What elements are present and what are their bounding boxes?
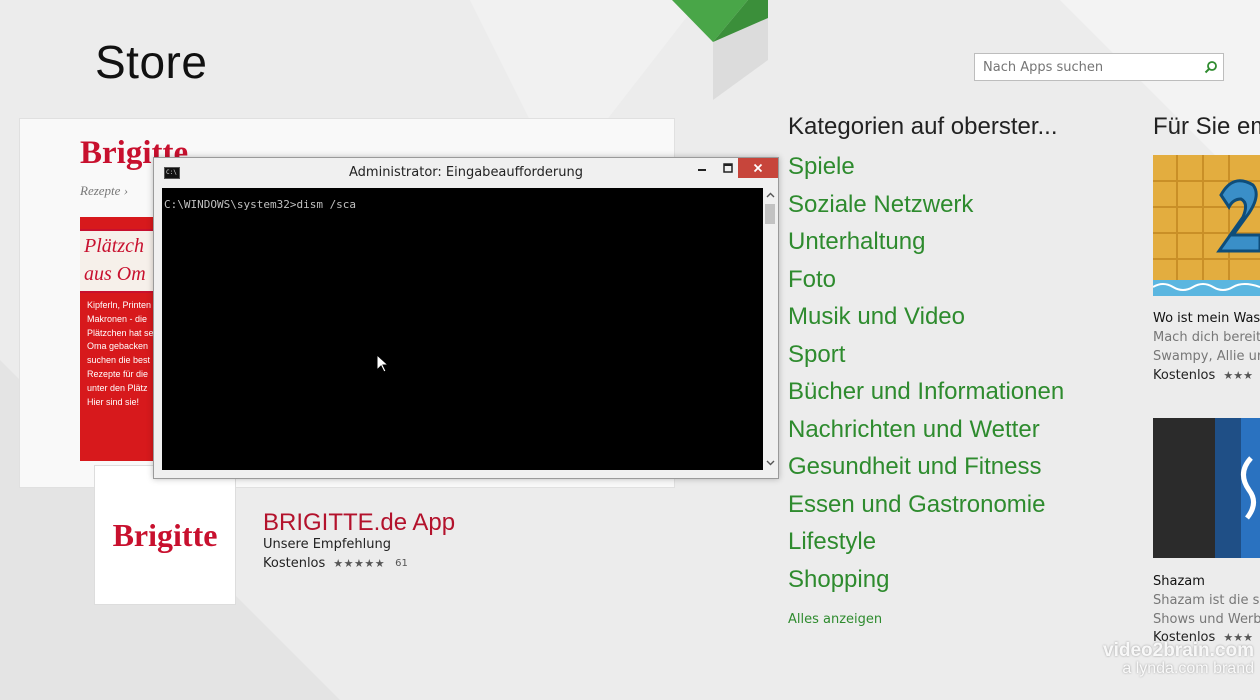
app-name-link[interactable]: BRIGITTE.de App — [263, 509, 455, 537]
close-button[interactable] — [738, 158, 778, 178]
category-link[interactable]: Foto — [788, 261, 1064, 299]
star-rating-icon: ★★★ — [1223, 369, 1254, 382]
category-link[interactable]: Lifestyle — [788, 523, 1064, 561]
rating-count: 61 — [395, 558, 408, 569]
app-price: Kostenlos — [263, 556, 326, 571]
category-link[interactable]: Unterhaltung — [788, 223, 1064, 261]
recommendations-heading[interactable]: Für Sie em — [1153, 113, 1260, 141]
scroll-thumb[interactable] — [765, 204, 775, 224]
rec-app-image[interactable] — [1153, 418, 1260, 558]
app-price-row: Kostenlos ★★★★★ 61 — [263, 556, 408, 571]
rec-app-desc: Shows und Werbe — [1153, 612, 1260, 627]
categories-heading[interactable]: Kategorien auf oberster... — [788, 113, 1058, 141]
watermark-line-1: video2brain.com — [1103, 640, 1254, 661]
rec-app-title[interactable]: Shazam — [1153, 574, 1260, 589]
cmd-scrollbar[interactable] — [763, 188, 778, 470]
rec-app-price: Kostenlos — [1153, 368, 1216, 383]
cmd-window[interactable]: C:\ Administrator: Eingabeaufforderung C… — [153, 157, 779, 479]
feature-subtitle: Rezepte › — [80, 183, 129, 198]
rec-app-image[interactable] — [1153, 155, 1260, 296]
search-input[interactable] — [975, 55, 1199, 79]
close-icon — [753, 163, 763, 173]
minimize-button[interactable] — [689, 158, 715, 178]
categories-list: Spiele Soziale Netzwerk Unterhaltung Fot… — [788, 148, 1064, 598]
cmd-titlebar[interactable]: C:\ Administrator: Eingabeaufforderung — [154, 158, 778, 188]
search-icon[interactable] — [1199, 55, 1223, 79]
shazam-artwork — [1153, 418, 1260, 558]
cmd-console[interactable]: C:\WINDOWS\system32>dism /sca — [162, 188, 763, 470]
mouse-pointer-icon — [377, 355, 389, 373]
watermark-line-2: a lynda.com brand — [1122, 660, 1254, 677]
app-logo: Brigitte — [112, 516, 218, 553]
scroll-down-icon[interactable] — [766, 458, 775, 467]
app-logo-tile[interactable]: Brigitte — [94, 465, 236, 605]
show-all-link[interactable]: Alles anzeigen — [788, 612, 882, 627]
category-link[interactable]: Nachrichten und Wetter — [788, 411, 1064, 449]
category-link[interactable]: Musik und Video — [788, 298, 1064, 336]
category-link[interactable]: Essen und Gastronomie — [788, 486, 1064, 524]
category-link[interactable]: Shopping — [788, 561, 1064, 599]
plaque-line-2: aus Om — [84, 263, 146, 285]
scroll-up-icon[interactable] — [766, 191, 775, 200]
rec-app-desc: Shazam ist die sc — [1153, 593, 1260, 608]
maximize-icon — [723, 163, 733, 173]
category-link[interactable]: Sport — [788, 336, 1064, 374]
category-link[interactable]: Soziale Netzwerk — [788, 186, 1064, 224]
plaque-line-1: Plätzch — [84, 235, 144, 257]
cmd-prompt-line: C:\WINDOWS\system32>dism /sca — [164, 198, 357, 211]
search-box[interactable] — [974, 53, 1224, 81]
rec-app-desc: Swampy, Allie und — [1153, 349, 1260, 364]
rec-app-title[interactable]: Wo ist mein Was — [1153, 311, 1260, 326]
rec-app-price-row: Kostenlos ★★★ — [1153, 368, 1260, 383]
app-recommendation: Unsere Empfehlung — [263, 537, 392, 552]
game-artwork — [1153, 155, 1260, 296]
minimize-icon — [698, 169, 706, 171]
category-link[interactable]: Bücher und Informationen — [788, 373, 1064, 411]
category-link[interactable]: Gesundheit und Fitness — [788, 448, 1064, 486]
cmd-window-title: Administrator: Eingabeaufforderung — [349, 165, 583, 180]
page-title: Store — [95, 36, 208, 88]
star-rating-icon: ★★★★★ — [333, 557, 386, 570]
rec-app-desc: Mach dich bereit — [1153, 330, 1260, 345]
watermark: video2brain.com a lynda.com brand — [1103, 640, 1254, 678]
category-link[interactable]: Spiele — [788, 148, 1064, 186]
